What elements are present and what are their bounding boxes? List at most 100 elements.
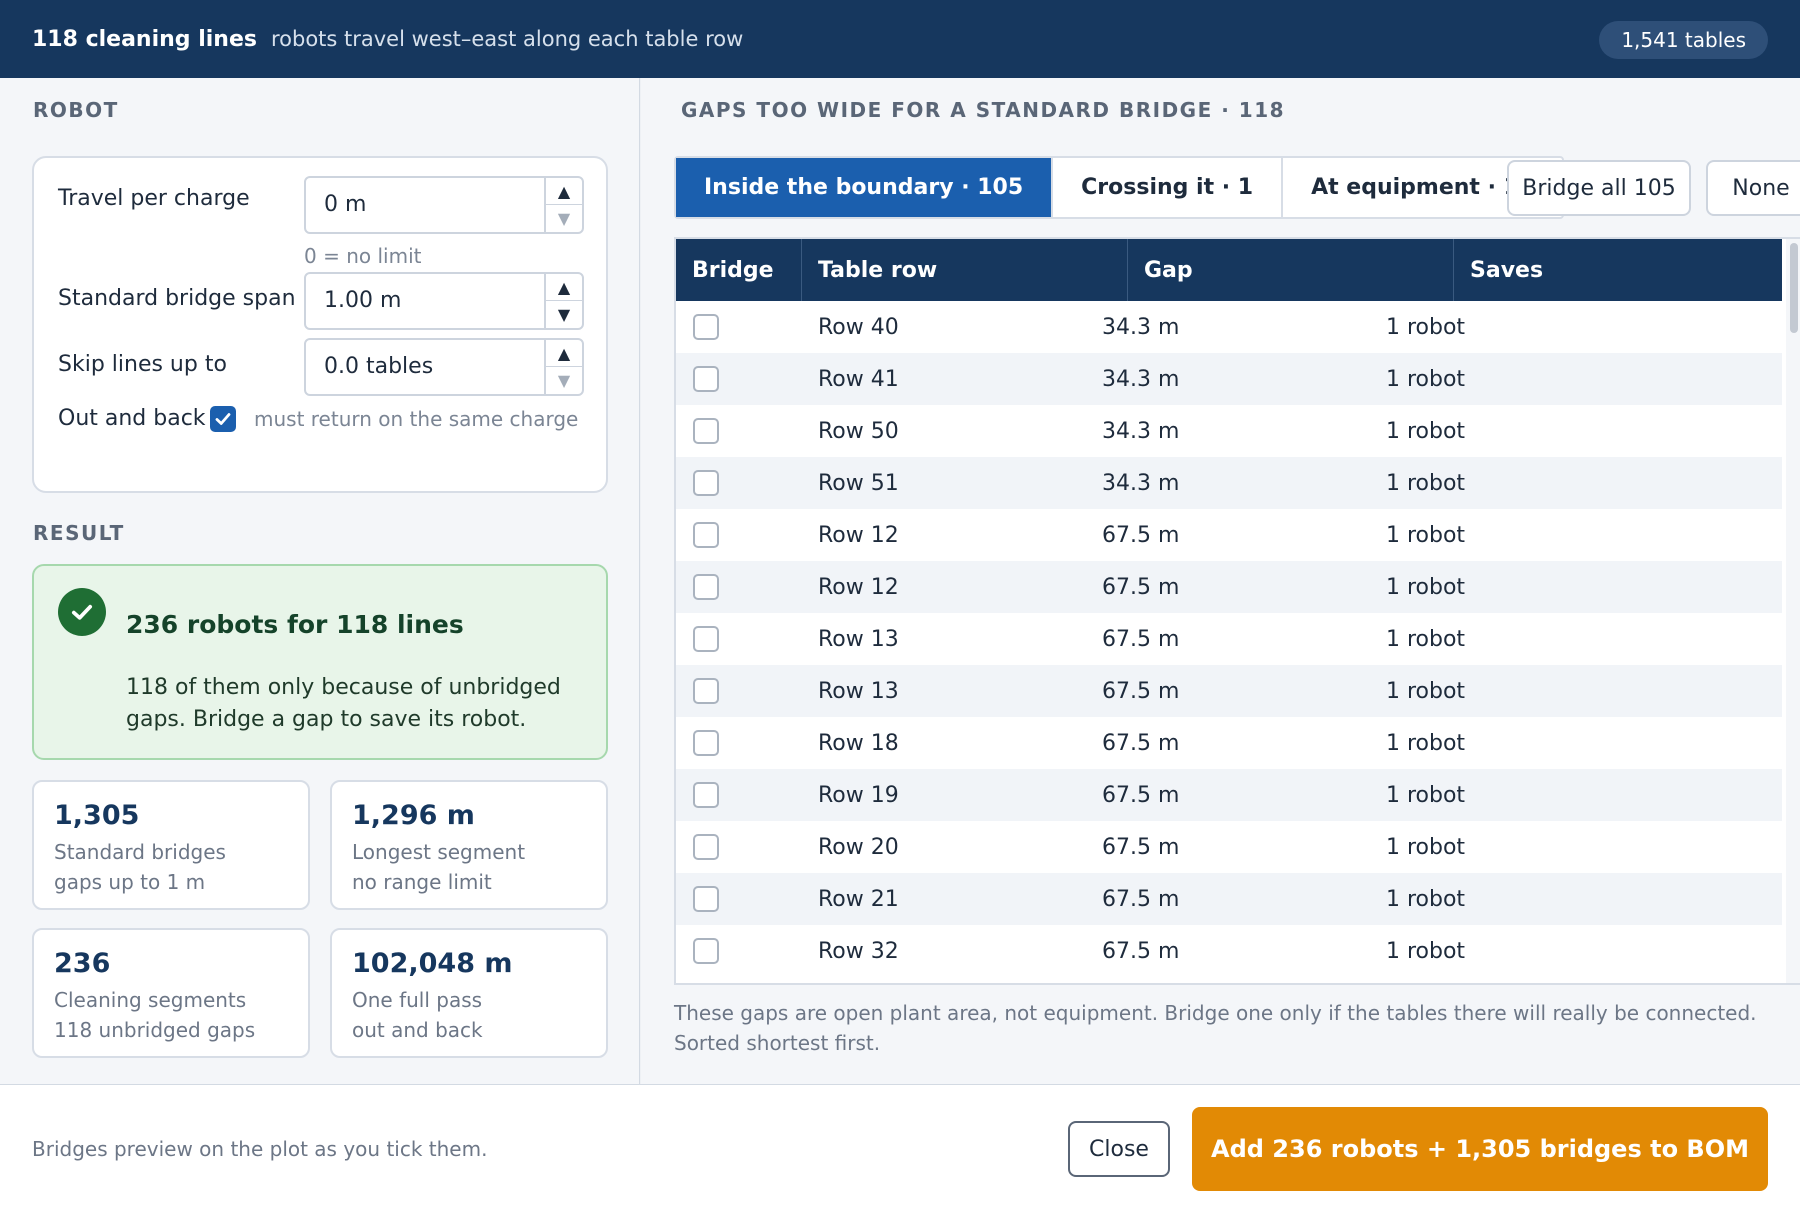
table-scrollbar[interactable] [1786,239,1800,983]
stat-full-pass: 102,048 m One full pass out and back [330,928,608,1058]
saves-cell: 1 robot [1386,834,1466,860]
table-row-cell: Row 50 [818,418,899,444]
gap-cell: 67.5 m [1102,938,1180,964]
chevron-down-icon[interactable]: ▼ [546,205,582,232]
settings-panel: ROBOT Travel per charge 0 m ▲ ▼ 0 = no l… [0,78,640,1084]
gaps-section-title: GAPS TOO WIDE FOR A STANDARD BRIDGE · 11… [681,98,1286,122]
out-and-back-label: Out and back [58,406,206,431]
skip-lines-stepper[interactable]: 0.0 tables ▲ ▼ [304,338,584,396]
chevron-up-icon[interactable]: ▲ [546,274,582,301]
result-summary-card: 236 robots for 118 lines 118 of them onl… [32,564,608,760]
robot-section-title: ROBOT [33,98,119,122]
stat-longest-segment: 1,296 m Longest segment no range limit [330,780,608,910]
chevron-down-icon[interactable]: ▼ [546,301,582,328]
dialog-header: 118 cleaning lines robots travel west–ea… [0,0,1800,78]
bridge-checkbox[interactable] [693,626,719,652]
gaps-note: These gaps are open plant area, not equi… [674,1001,1757,1055]
stat-detail: 118 unbridged gaps [54,1018,256,1042]
bridge-checkbox[interactable] [693,418,719,444]
bridge-checkbox[interactable] [693,522,719,548]
gap-cell: 34.3 m [1102,314,1180,340]
travel-per-charge-stepper[interactable]: 0 m ▲ ▼ [304,176,584,234]
table-row-cell: Row 40 [818,314,899,340]
stat-value: 236 [54,948,111,979]
bridge-checkbox[interactable] [693,938,719,964]
table-row[interactable]: Row 12 67.5 m 1 robot [676,561,1782,613]
bridge-checkbox[interactable] [693,730,719,756]
bridge-checkbox[interactable] [693,314,719,340]
bridge-checkbox[interactable] [693,782,719,808]
gap-filter-tabs: Inside the boundary · 105 Crossing it · … [674,156,1565,219]
stat-label: Longest segment [352,840,526,864]
chevron-up-icon[interactable]: ▲ [546,178,582,205]
checkmark-icon [215,413,231,425]
bridge-checkbox[interactable] [693,574,719,600]
skip-lines-value[interactable]: 0.0 tables [324,354,433,379]
chevron-up-icon[interactable]: ▲ [546,340,582,367]
tab-inside-boundary[interactable]: Inside the boundary · 105 [676,158,1054,217]
bridge-span-stepper[interactable]: 1.00 m ▲ ▼ [304,272,584,330]
bridge-checkbox[interactable] [693,834,719,860]
close-button[interactable]: Close [1068,1121,1170,1177]
saves-cell: 1 robot [1386,886,1466,912]
table-row[interactable]: Row 50 34.3 m 1 robot [676,405,1782,457]
bridge-checkbox[interactable] [693,886,719,912]
add-to-bom-button[interactable]: Add 236 robots + 1,305 bridges to BOM [1192,1107,1768,1191]
gap-cell: 67.5 m [1102,782,1180,808]
table-count-badge: 1,541 tables [1599,21,1768,59]
table-row[interactable]: Row 19 67.5 m 1 robot [676,769,1782,821]
bridge-all-button[interactable]: Bridge all 105 [1507,160,1691,216]
tab-crossing[interactable]: Crossing it · 1 [1053,158,1284,217]
result-headline: 236 robots for 118 lines [126,610,464,639]
table-row[interactable]: Row 20 67.5 m 1 robot [676,821,1782,873]
gaps-panel: GAPS TOO WIDE FOR A STANDARD BRIDGE · 11… [641,78,1800,1084]
robot-settings-card: Travel per charge 0 m ▲ ▼ 0 = no limit S… [32,156,608,493]
table-row-cell: Row 12 [818,574,899,600]
gap-cell: 34.3 m [1102,470,1180,496]
stat-value: 1,305 [54,800,140,831]
gap-cell: 34.3 m [1102,418,1180,444]
table-row-cell: Row 13 [818,626,899,652]
saves-cell: 1 robot [1386,574,1466,600]
bridge-checkbox[interactable] [693,366,719,392]
bridge-span-value[interactable]: 1.00 m [324,288,401,313]
table-row[interactable]: Row 18 67.5 m 1 robot [676,717,1782,769]
skip-lines-label: Skip lines up to [58,352,227,377]
gap-cell: 67.5 m [1102,678,1180,704]
out-and-back-checkbox[interactable] [210,406,236,432]
table-row-cell: Row 51 [818,470,899,496]
table-row[interactable]: Row 32 67.5 m 1 robot [676,925,1782,977]
stat-label: One full pass [352,988,483,1012]
gap-cell: 67.5 m [1102,834,1180,860]
out-and-back-hint: must return on the same charge [254,407,579,431]
travel-per-charge-label: Travel per charge [58,186,250,211]
gaps-table: Bridge Table row Gap Saves Row 40 34.3 m 1… [674,237,1800,985]
gap-cell: 34.3 m [1102,366,1180,392]
table-row[interactable]: Row 41 34.3 m 1 robot [676,353,1782,405]
gap-cell: 67.5 m [1102,730,1180,756]
stat-detail: out and back [352,1018,483,1042]
table-row-cell: Row 32 [818,938,899,964]
scrollbar-thumb[interactable] [1790,243,1798,333]
saves-cell: 1 robot [1386,314,1466,340]
table-row[interactable]: Row 12 67.5 m 1 robot [676,509,1782,561]
stat-detail: gaps up to 1 m [54,870,206,894]
travel-per-charge-value[interactable]: 0 m [324,192,366,217]
select-none-button[interactable]: None [1706,160,1800,216]
saves-cell: 1 robot [1386,626,1466,652]
column-header-gap: Gap [1128,239,1454,301]
bridge-checkbox[interactable] [693,470,719,496]
table-row[interactable]: Row 13 67.5 m 1 robot [676,665,1782,717]
table-row[interactable]: Row 21 67.5 m 1 robot [676,873,1782,925]
table-row[interactable]: Row 51 34.3 m 1 robot [676,457,1782,509]
result-description: 118 of them only because of unbridged ga… [126,675,561,732]
saves-cell: 1 robot [1386,470,1466,496]
gap-cell: 67.5 m [1102,522,1180,548]
saves-cell: 1 robot [1386,366,1466,392]
stat-standard-bridges: 1,305 Standard bridges gaps up to 1 m [32,780,310,910]
chevron-down-icon[interactable]: ▼ [546,367,582,394]
table-row[interactable]: Row 40 34.3 m 1 robot [676,301,1782,353]
table-row[interactable]: Row 13 67.5 m 1 robot [676,613,1782,665]
bridge-checkbox[interactable] [693,678,719,704]
column-header-table-row: Table row [802,239,1128,301]
